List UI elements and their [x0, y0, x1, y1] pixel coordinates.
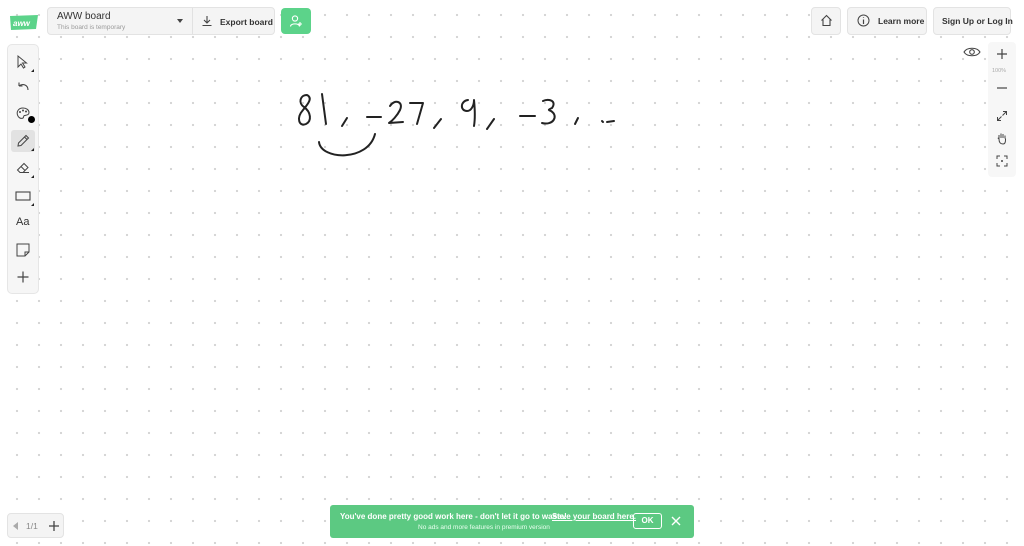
cursor-arrow-icon	[17, 54, 28, 69]
pencil-tool[interactable]	[11, 130, 35, 152]
undo-icon	[18, 82, 29, 91]
zoom-out-icon[interactable]	[996, 82, 1008, 94]
rectangle-icon	[15, 191, 31, 201]
banner-subtext: No ads and more features in premium vers…	[418, 524, 550, 531]
board-header: AWW board This board is temporary Export…	[47, 7, 275, 35]
submenu-indicator	[31, 175, 34, 178]
board-name: AWW board	[57, 11, 111, 22]
signup-login-label: Sign Up or Log In	[942, 16, 1013, 26]
board-status: This board is temporary	[57, 24, 126, 31]
ok-button[interactable]: OK	[633, 513, 662, 529]
eye-icon[interactable]	[962, 44, 982, 60]
drawing-toolbar: Aa	[7, 44, 39, 294]
learn-more-button[interactable]: Learn more	[847, 7, 927, 35]
text-tool[interactable]: Aa	[11, 212, 35, 234]
caret-down-icon	[177, 19, 183, 23]
current-color-swatch	[28, 116, 35, 123]
zoom-level: 100%	[992, 68, 1007, 74]
export-board-label: Export board	[220, 17, 273, 27]
prev-page-icon[interactable]	[13, 522, 18, 530]
color-palette-tool[interactable]	[11, 103, 35, 125]
pencil-icon	[17, 134, 30, 147]
hand-pan-icon[interactable]	[996, 132, 1008, 145]
invite-user-button[interactable]	[281, 8, 311, 34]
save-board-link[interactable]: Save your board here.	[552, 512, 636, 521]
sticky-note-icon	[16, 243, 30, 257]
submenu-indicator	[31, 203, 34, 206]
rectangle-tool[interactable]	[11, 185, 35, 207]
export-board-button[interactable]: Export board	[193, 8, 275, 34]
submenu-indicator	[31, 69, 34, 72]
eraser-tool[interactable]	[11, 157, 35, 179]
add-page-icon[interactable]	[48, 520, 60, 532]
download-icon	[202, 16, 212, 27]
add-user-icon	[289, 15, 302, 27]
eraser-icon	[16, 162, 29, 173]
focus-frame-icon[interactable]	[996, 155, 1008, 167]
undo-tool[interactable]	[11, 77, 35, 99]
zoom-controls: 100%	[988, 42, 1016, 177]
text-tool-label: Aa	[16, 216, 30, 228]
zoom-in-icon[interactable]	[996, 48, 1008, 60]
page-navigator: 1/1	[7, 513, 64, 538]
plus-icon	[17, 271, 29, 283]
page-indicator: 1/1	[26, 521, 38, 531]
info-icon	[857, 14, 870, 27]
drawing-canvas[interactable]	[0, 0, 1024, 546]
close-icon[interactable]	[670, 515, 682, 527]
add-tool[interactable]	[11, 266, 35, 288]
handwritten-sequence	[298, 93, 615, 157]
svg-text:aww: aww	[13, 19, 31, 28]
home-button[interactable]	[811, 7, 841, 35]
banner-message: You've done pretty good work here - don'…	[340, 512, 567, 521]
learn-more-label: Learn more	[878, 16, 925, 26]
home-icon	[821, 14, 832, 27]
board-name-selector[interactable]: AWW board This board is temporary	[48, 8, 192, 34]
select-tool[interactable]	[11, 51, 35, 73]
sticky-note-tool[interactable]	[11, 239, 35, 261]
signup-login-button[interactable]: Sign Up or Log In	[933, 7, 1013, 35]
save-board-banner: You've done pretty good work here - don'…	[330, 505, 694, 538]
submenu-indicator	[31, 148, 34, 151]
fit-to-screen-icon[interactable]	[996, 110, 1008, 122]
aww-logo: aww	[10, 15, 38, 30]
